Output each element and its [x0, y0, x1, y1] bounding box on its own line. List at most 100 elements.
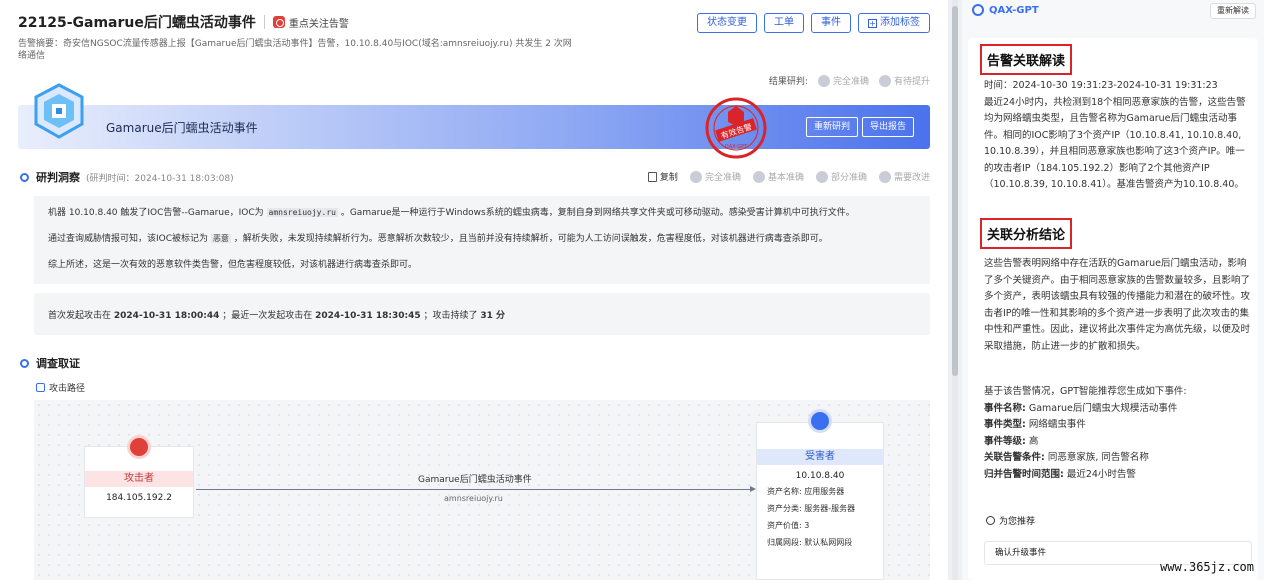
field-row: 事件等级: 高	[984, 435, 1039, 447]
improve-icon	[878, 170, 891, 183]
neutral-icon	[752, 170, 765, 183]
copy-button[interactable]: 复制	[647, 170, 678, 183]
insight-paragraph-2: 通过查询威胁情报可知，该IOC被标记为 恶意 ，解析失败，未发现持续解析行为。恶…	[48, 234, 828, 244]
reinterpret-button[interactable]: 重新解读	[1210, 3, 1256, 19]
attacker-ip: 184.105.192.2	[106, 493, 172, 503]
insight-paragraph-3: 综上所述，这是一次有效的恶意软件类告警，但危害程度较低，对该机器进行病毒查杀即可…	[48, 260, 418, 270]
alert-summary: 告警摘要：奇安信NGSOC流量传感器上报【Gamarue后门蠕虫活动事件】告警，…	[18, 39, 572, 61]
judge-improve-label: 有待提升	[893, 77, 930, 87]
conclusion-text: 这些告警表明网络中存在活跃的Gamarue后门蠕虫活动，影响了多个关键资产。由于…	[984, 258, 1251, 352]
rate-partially-accurate[interactable]: 部分准确	[815, 170, 867, 183]
recommend-heading: 为您推荐	[986, 514, 1035, 527]
rate-needs-improvement[interactable]: 需要改进	[878, 170, 930, 183]
alert-detail-panel: 22125-Gamarue后门蠕虫活动事件 重点关注告警 告警摘要：奇安信NGS…	[0, 0, 948, 580]
copy-icon	[647, 171, 657, 182]
field-row: 事件名称: Gamarue后门蠕虫大规模活动事件	[984, 402, 1178, 414]
smile-icon	[689, 170, 702, 183]
clock-icon	[986, 516, 995, 525]
asset-name: 资产名称: 应用服务器	[767, 487, 845, 496]
status-change-button[interactable]: 状态变更	[697, 13, 757, 33]
title-row: 22125-Gamarue后门蠕虫活动事件 重点关注告警	[18, 12, 349, 32]
gpt-logo-icon	[972, 4, 984, 16]
field-row: 事件类型: 网络蠕虫事件	[984, 419, 1086, 430]
victim-ip: 10.10.8.40	[795, 471, 845, 481]
divider	[263, 15, 265, 29]
last-attack-time: 2024-10-31 18:30:45	[315, 311, 421, 321]
field-row: 关联告警条件: 同恶意家族, 同告警名称	[984, 452, 1149, 463]
stamp-sub: QAX-GPT	[725, 144, 748, 150]
edge-label: Gamarue后门蠕虫活动事件	[418, 475, 532, 485]
valid-alert-stamp: 有效告警 QAX-GPT	[705, 97, 767, 159]
add-tag-label: 添加标签	[880, 17, 920, 28]
evidence-title: 调查取证	[36, 357, 80, 370]
hacker-icon	[127, 435, 151, 459]
insight-paragraph-1: 机器 10.10.8.40 触发了IOC告警--Gamarue，IOC为 amn…	[48, 208, 855, 218]
attack-path-title: 攻击路径	[49, 384, 86, 394]
rate-label: 完全准确	[704, 173, 741, 183]
frown-icon	[815, 170, 828, 183]
result-judge-label: 结果研判:	[768, 77, 808, 87]
rate-label: 部分准确	[830, 173, 867, 183]
insight-text-box: 机器 10.10.8.40 触发了IOC告警--Gamarue，IOC为 amn…	[34, 196, 930, 284]
event-button[interactable]: 事件	[811, 13, 851, 33]
victim-asset-info: 资产名称: 应用服务器 资产分类: 服务器-服务器 资产价值: 3 归属网段: …	[767, 487, 883, 548]
conclusion-heading: 关联分析结论	[980, 218, 1073, 249]
ticket-button[interactable]: 工单	[764, 13, 804, 33]
scrollbar[interactable]	[952, 0, 958, 580]
path-icon	[36, 383, 45, 392]
user-icon	[808, 409, 832, 433]
edge-domain: amnsreiuojy.ru	[444, 494, 503, 503]
rate-basically-accurate[interactable]: 基本准确	[752, 170, 804, 183]
banner-title: Gamarue后门蠕虫活动事件	[106, 121, 258, 135]
attack-text: 首次发起攻击在	[48, 311, 112, 321]
page-title: 22125-Gamarue后门蠕虫活动事件	[18, 15, 256, 31]
improve-icon	[878, 74, 891, 87]
ioc-code: amnsreiuojy.ru	[266, 208, 338, 217]
judge-improve-option[interactable]: 有待提升	[878, 74, 930, 87]
result-judge-row: 结果研判: 完全准确 有待提升	[769, 74, 930, 87]
attack-duration: 31 分	[480, 311, 506, 321]
focus-label: 重点关注告警	[288, 18, 349, 30]
insight-rating-row: 复制 完全准确 基本准确 部分准确 需要改进	[647, 170, 930, 183]
rate-label: 需要改进	[893, 173, 930, 183]
watermark: www.365jz.com	[1160, 560, 1254, 574]
attack-text: ；最近一次发起攻击在	[222, 311, 313, 321]
attack-path-heading: 攻击路径	[36, 381, 85, 394]
asset-segment: 归属网段: 默认私网网段	[767, 538, 853, 547]
judge-accurate-option[interactable]: 完全准确	[817, 74, 869, 87]
section-dot-icon	[20, 358, 29, 368]
section-dot-icon	[20, 172, 29, 182]
attack-text: ；攻击持续了	[423, 311, 478, 321]
gpt-brand-label: QAX-GPT	[989, 4, 1039, 16]
gpt-card: 告警关联解读 时间：2024-10-30 19:31:23-2024-10-31…	[968, 38, 1258, 580]
verdict-banner: Gamarue后门蠕虫活动事件 重新研判 导出报告	[18, 105, 930, 149]
re-judge-button[interactable]: 重新研判	[806, 117, 859, 137]
insight-section-heading: 研判洞察 (研判时间：2024-10-31 18:03:08)	[20, 169, 234, 185]
add-tag-button[interactable]: + 添加标签	[858, 13, 930, 33]
first-attack-time: 2024-10-31 18:00:44	[113, 311, 220, 321]
plus-icon: +	[868, 19, 877, 28]
insight-time: (研判时间：2024-10-31 18:03:08)	[86, 173, 234, 184]
scrollbar-thumb[interactable]	[952, 6, 958, 376]
judge-accurate-label: 完全准确	[832, 77, 869, 87]
insight-title: 研判洞察	[36, 171, 80, 184]
focus-badge[interactable]: 重点关注告警	[272, 15, 349, 30]
action-buttons: 状态变更 工单 事件 + 添加标签	[697, 13, 930, 33]
correlation-text: 时间：2024-10-30 19:31:23-2024-10-31 19:31:…	[984, 80, 1246, 190]
victim-label: 受害者	[757, 449, 883, 465]
asset-category: 资产分类: 服务器-服务器	[767, 504, 856, 513]
victim-node[interactable]: 受害者 10.10.8.40 资产名称: 应用服务器 资产分类: 服务器-服务器…	[756, 409, 884, 580]
gpt-panel: QAX-GPT 重新解读 告警关联解读 时间：2024-10-30 19:31:…	[962, 0, 1264, 580]
asset-value: 资产价值: 3	[767, 521, 810, 530]
copy-label: 复制	[659, 173, 678, 183]
rec-intro: 基于该告警情况，GPT智能推荐您生成如下事件:	[984, 386, 1187, 397]
malicious-tag: 恶意	[210, 234, 231, 243]
export-report-button[interactable]: 导出报告	[862, 117, 915, 137]
attacker-node[interactable]: 攻击者 184.105.192.2	[84, 435, 194, 518]
recommended-event-fields: 基于该告警情况，GPT智能推荐您生成如下事件: 事件名称: Gamarue后门蠕…	[984, 384, 1252, 483]
attack-path-graph: 攻击者 184.105.192.2 Gamarue后门蠕虫活动事件 amnsre…	[34, 400, 930, 580]
recommend-title: 为您推荐	[999, 517, 1036, 527]
smile-icon	[817, 74, 830, 87]
attack-edge-arrow	[196, 486, 756, 492]
rate-fully-accurate[interactable]: 完全准确	[689, 170, 741, 183]
